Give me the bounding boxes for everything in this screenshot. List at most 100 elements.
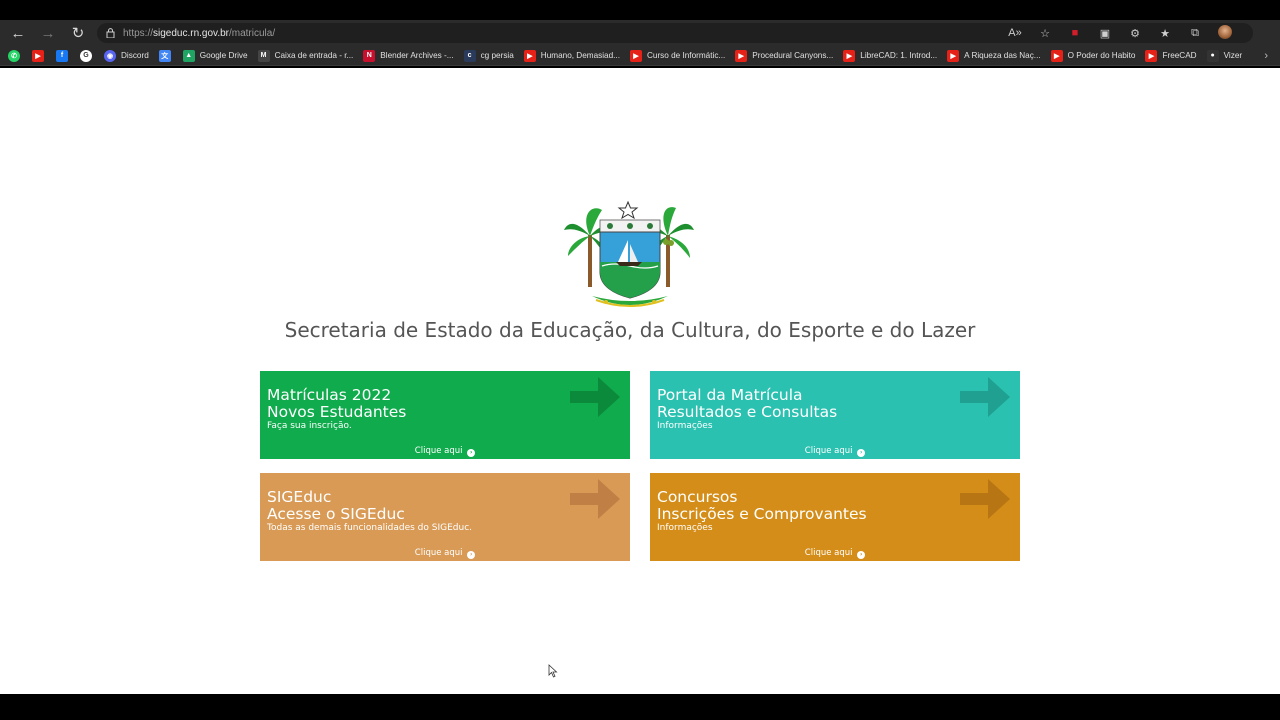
- screen-bottom-bar: [0, 694, 1280, 720]
- youtube-icon: ▶: [1050, 49, 1063, 62]
- click-here-link[interactable]: Clique aqui ›: [260, 446, 630, 457]
- google-icon: G: [80, 49, 92, 62]
- card-subtitle: Novos Estudantes: [267, 403, 407, 421]
- bookmark-item[interactable]: ▶ Procedural Canyons...: [735, 49, 833, 62]
- bookmark-label: Google Drive: [199, 51, 248, 60]
- menu-card[interactable]: Matrículas 2022 Novos Estudantes Faça sua …: [260, 371, 630, 459]
- add-favorite-icon[interactable]: ☆: [1030, 27, 1060, 40]
- bookmark-item[interactable]: ● Vizer: [1206, 49, 1243, 62]
- bookmark-label: Caixa de entrada - r...: [274, 51, 354, 60]
- card-subtitle: Acesse o SIGEduc: [267, 505, 405, 523]
- translate-icon: 文: [158, 49, 171, 62]
- bookmark-item[interactable]: ◉ Discord: [104, 49, 149, 62]
- toolbar-right-icons: A» ☆ ■ ▣ ⚙ ★ ⧉: [1000, 23, 1240, 43]
- circle-arrow-icon: ›: [467, 449, 476, 457]
- card-title: Portal da Matrícula: [657, 386, 803, 404]
- bookmark-label: Humano, Demasiad...: [540, 51, 620, 60]
- blender-icon: N: [363, 49, 376, 62]
- drive-icon: ▲: [182, 49, 195, 62]
- click-here-link[interactable]: Clique aqui ›: [650, 548, 1020, 559]
- bookmark-label: LibreCAD: 1. Introd...: [860, 51, 938, 60]
- page-title: Secretaria de Estado da Educação, da Cul…: [284, 318, 976, 342]
- youtube-icon: ▶: [523, 49, 536, 62]
- bookmark-item[interactable]: ▶ O Poder do Habito: [1050, 49, 1136, 62]
- circle-arrow-icon: ›: [857, 551, 866, 559]
- reload-icon: ↻: [71, 25, 85, 42]
- arrow-right-icon: [960, 377, 1010, 417]
- bookmark-label: Curso de Informátic...: [646, 51, 726, 60]
- menu-card[interactable]: Concursos Inscrições e Comprovantes Inform…: [650, 473, 1020, 561]
- cg-icon: c: [463, 49, 476, 62]
- menu-card[interactable]: Portal da Matrícula Resultados e Consulta…: [650, 371, 1020, 459]
- bookmark-item[interactable]: ✆: [8, 49, 25, 62]
- card-title: Concursos: [657, 488, 738, 506]
- extension-red-icon[interactable]: ■: [1060, 27, 1090, 39]
- favorites-icon[interactable]: ★: [1150, 27, 1180, 40]
- bookmark-item[interactable]: f: [56, 49, 73, 62]
- vizer-icon: ●: [1206, 49, 1219, 62]
- forward-button[interactable]: →: [33, 20, 63, 46]
- cta-label: Clique aqui: [804, 446, 853, 456]
- reload-button[interactable]: ↻: [63, 20, 93, 46]
- gmail-icon: M: [257, 49, 270, 62]
- bookmark-label: O Poder do Habito: [1067, 51, 1136, 60]
- bookmark-label: Vizer: [1223, 51, 1243, 60]
- arrow-right-icon: [570, 377, 620, 417]
- bookmark-label: A Riqueza das Naç...: [964, 51, 1041, 60]
- bookmark-item[interactable]: ▶ Humano, Demasiad...: [523, 49, 620, 62]
- forward-icon: →: [40, 24, 56, 42]
- profile-button[interactable]: [1210, 24, 1240, 42]
- youtube-icon: ▶: [735, 49, 748, 62]
- card-description: Faça sua inscrição.: [267, 421, 352, 431]
- click-here-link[interactable]: Clique aqui ›: [260, 548, 630, 559]
- discord-icon: ◉: [104, 49, 116, 62]
- card-description: Todas as demais funcionalidades do SIGEd…: [267, 523, 473, 533]
- bookmark-item[interactable]: ▶ A Riqueza das Naç...: [947, 49, 1041, 62]
- bookmark-item[interactable]: ▶ LibreCAD: 1. Introd...: [843, 49, 938, 62]
- bookmark-item[interactable]: M Caixa de entrada - r...: [257, 49, 354, 62]
- cta-label: Clique aqui: [804, 548, 853, 558]
- bookmarks-bar: ✆ ▶ f G ◉ Discord 文 ▲ Google Drive M Caixa de entr…: [0, 46, 1280, 66]
- back-icon: ←: [10, 24, 26, 42]
- card-description: Informações: [657, 523, 713, 533]
- bookmarks-more-icon[interactable]: ›: [1264, 46, 1268, 66]
- circle-arrow-icon: ›: [857, 449, 866, 457]
- facebook-icon: f: [56, 49, 68, 62]
- extension-a-icon[interactable]: ▣: [1090, 27, 1120, 40]
- bookmark-label: cg persia: [480, 51, 514, 60]
- menu-card[interactable]: SIGEduc Acesse o SIGEduc Todas as demais f…: [260, 473, 630, 561]
- bookmark-label: Discord: [121, 51, 149, 60]
- mouse-cursor: [548, 664, 558, 678]
- bookmark-item[interactable]: 文: [158, 49, 176, 62]
- state-coat-of-arms: [564, 200, 694, 307]
- bookmark-item[interactable]: c cg persia: [463, 49, 514, 62]
- url-host: sigeduc.rn.gov.br: [153, 27, 229, 39]
- bookmark-item[interactable]: N Blender Archives -...: [363, 49, 454, 62]
- cta-label: Clique aqui: [414, 548, 463, 558]
- bookmark-item[interactable]: ▲ Google Drive: [182, 49, 248, 62]
- url-path: /matricula/: [228, 27, 276, 39]
- youtube-icon: ▶: [1145, 49, 1158, 62]
- back-button[interactable]: ←: [3, 20, 33, 46]
- collections-icon[interactable]: ⧉: [1180, 27, 1210, 40]
- whatsapp-icon: ✆: [8, 49, 20, 62]
- click-here-link[interactable]: Clique aqui ›: [650, 446, 1020, 457]
- extensions-icon[interactable]: ⚙: [1120, 27, 1150, 40]
- bookmark-label: Blender Archives -...: [380, 51, 454, 60]
- screen-top-bar: [0, 0, 1280, 20]
- cta-label: Clique aqui: [414, 446, 463, 456]
- url-text: https://sigeduc.rn.gov.br/matricula/: [123, 28, 275, 39]
- avatar: [1218, 24, 1232, 39]
- card-description: Informações: [657, 421, 713, 431]
- card-title: Matrículas 2022: [267, 386, 392, 404]
- bookmark-item[interactable]: ▶ FreeCAD: [1145, 49, 1197, 62]
- read-aloud-icon[interactable]: A»: [1000, 27, 1030, 39]
- bookmark-item[interactable]: ▶ Curso de Informátic...: [629, 49, 726, 62]
- bookmark-item[interactable]: G: [80, 49, 97, 62]
- youtube-icon: ▶: [947, 49, 960, 62]
- bookmark-item[interactable]: ▶: [32, 49, 49, 62]
- card-subtitle: Resultados e Consultas: [657, 403, 838, 421]
- arrow-right-icon: [960, 479, 1010, 519]
- card-title: SIGEduc: [267, 488, 332, 506]
- lock-icon: [97, 28, 123, 38]
